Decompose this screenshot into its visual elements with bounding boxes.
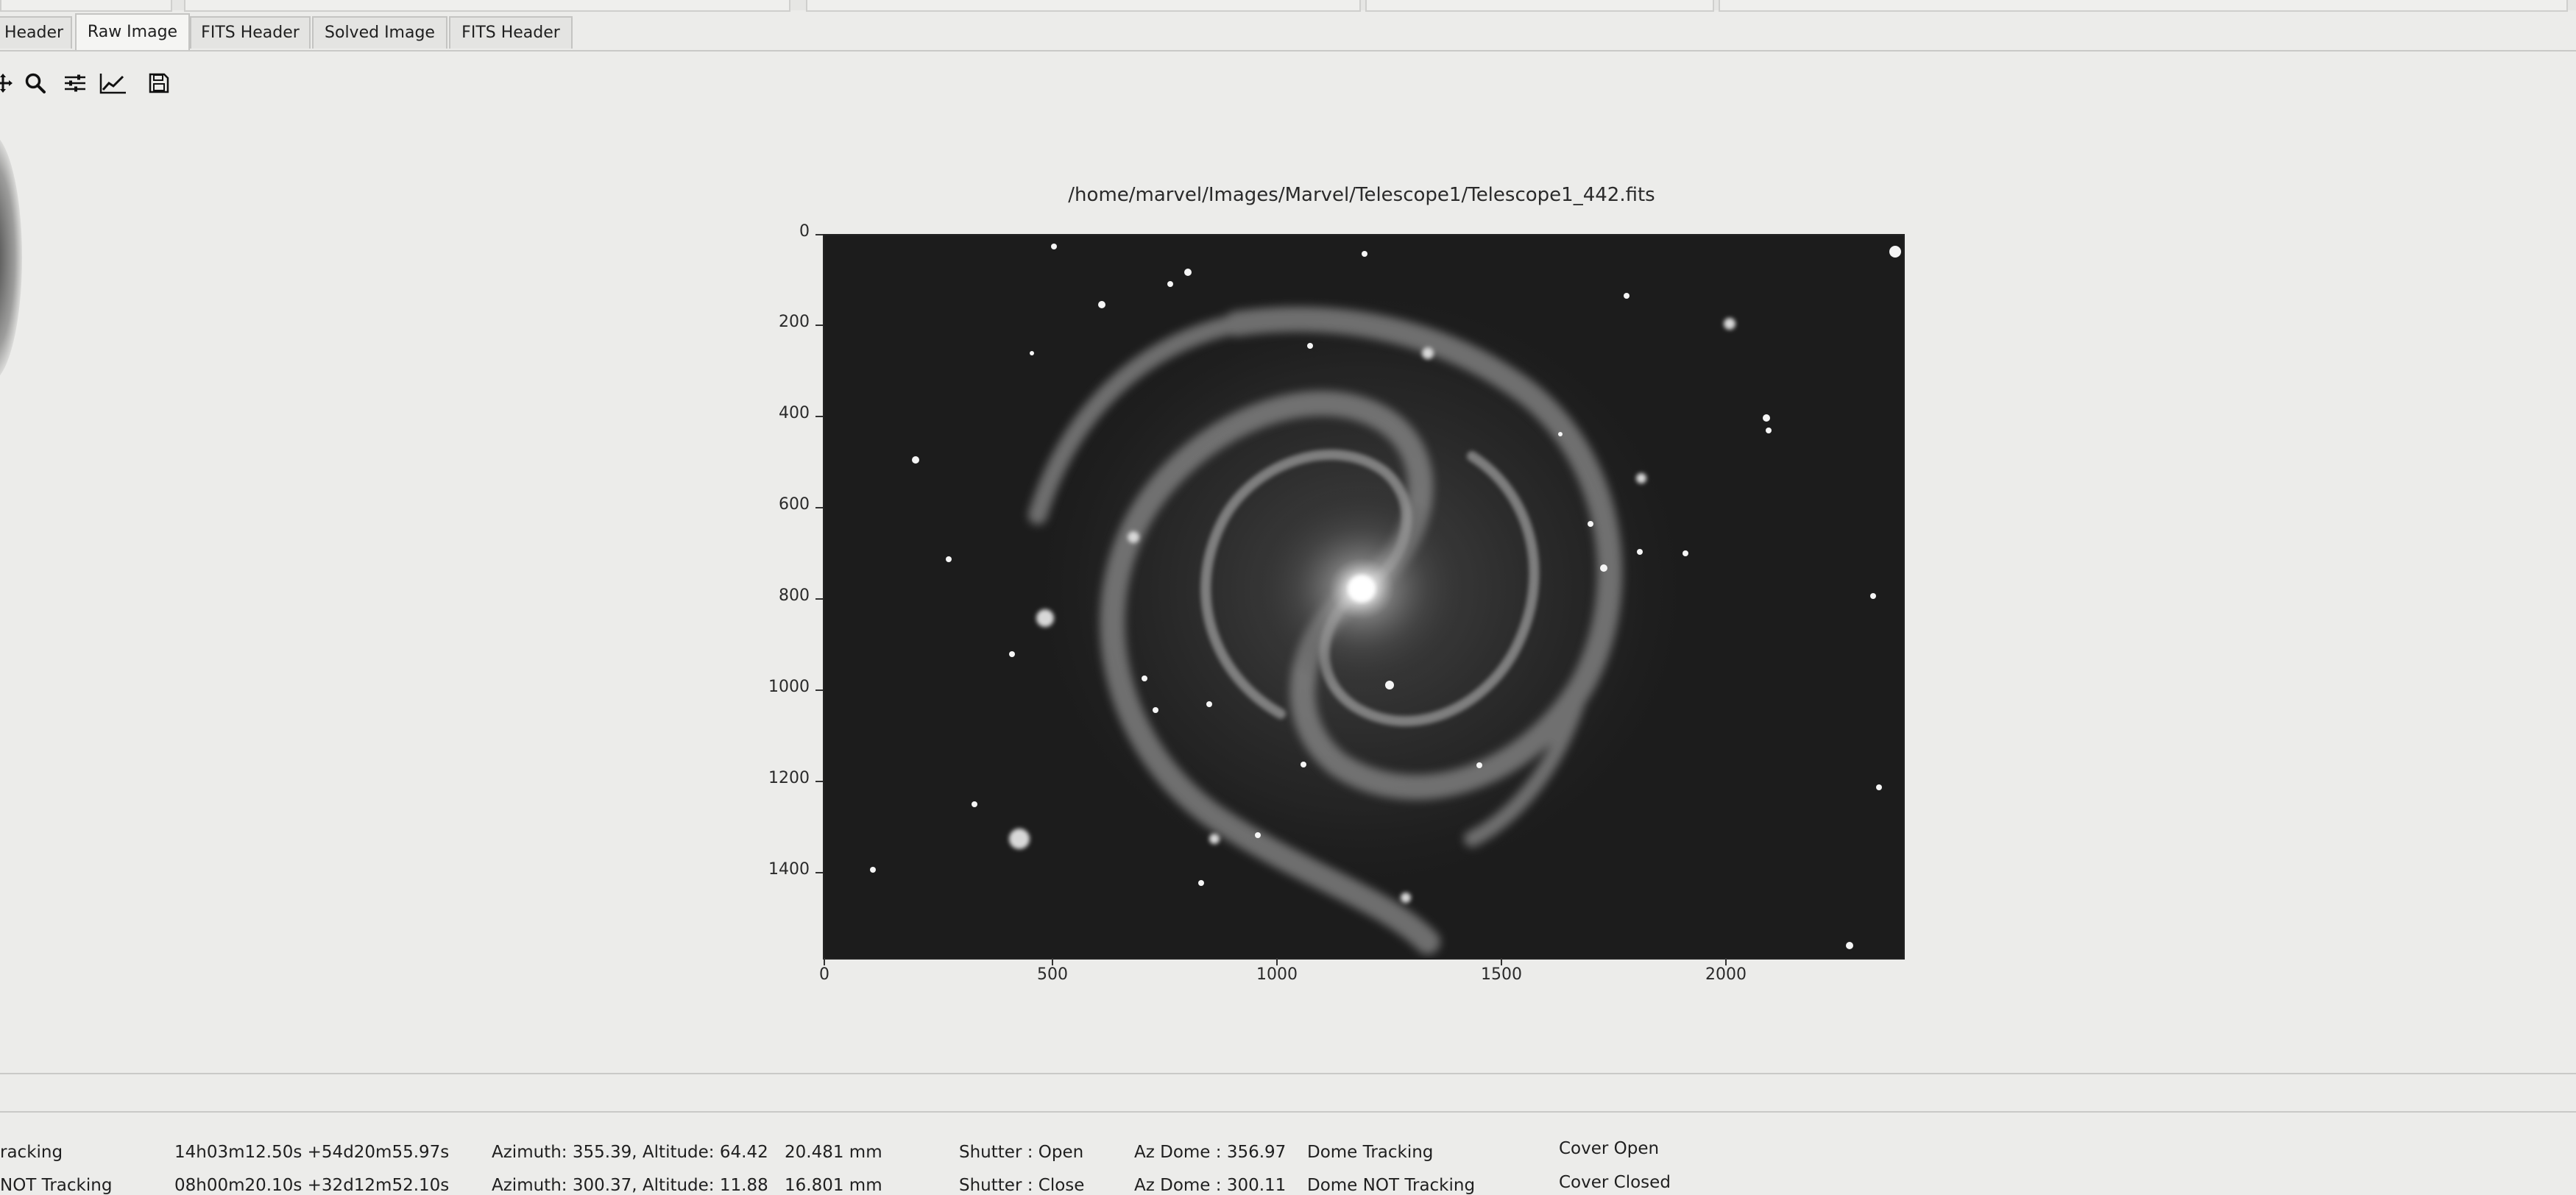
tab-header[interactable]: Header xyxy=(0,16,72,49)
x-tick-mark xyxy=(1725,958,1727,965)
x-tick-label: 1000 xyxy=(1256,965,1298,984)
y-tick-label: 800 xyxy=(779,586,810,605)
y-tick-mark xyxy=(815,416,823,417)
galaxy-image xyxy=(824,235,1903,958)
y-tick-label: 200 xyxy=(779,313,810,331)
tab-fits-header[interactable]: FITS Header xyxy=(190,16,311,49)
x-tick-label: 2000 xyxy=(1705,965,1747,984)
fits-image-plot[interactable] xyxy=(823,234,1905,960)
tracking-status: NOT Tracking xyxy=(0,1176,113,1195)
dome-azimuth: Az Dome : 300.11 xyxy=(1134,1176,1287,1195)
camera-shadow xyxy=(0,132,22,383)
x-tick-label: 500 xyxy=(1037,965,1068,984)
y-tick-label: 600 xyxy=(779,495,810,514)
top-combo-box[interactable] xyxy=(806,0,1361,12)
chart-icon[interactable] xyxy=(99,65,128,102)
shutter-status: Shutter : Open xyxy=(959,1143,1084,1162)
x-tick-mark xyxy=(1276,958,1278,965)
y-tick-mark xyxy=(815,781,823,782)
focus-position: 20.481 mm xyxy=(785,1143,882,1162)
x-tick-label: 0 xyxy=(819,965,829,984)
top-combo-box[interactable] xyxy=(1365,0,1714,12)
x-tick-mark xyxy=(1052,958,1053,965)
tab-raw-image[interactable]: Raw Image xyxy=(75,13,190,50)
y-tick-mark xyxy=(815,234,823,235)
shutter-status: Shutter : Close xyxy=(959,1176,1085,1195)
move-icon[interactable] xyxy=(0,65,18,102)
tracking-status: racking xyxy=(0,1143,63,1162)
y-tick-mark xyxy=(815,598,823,600)
y-tick-label: 0 xyxy=(799,222,810,241)
plot-title: /home/marvel/Images/Marvel/Telescope1/Te… xyxy=(1068,184,1655,206)
x-tick-mark xyxy=(1501,958,1502,965)
divider xyxy=(0,1073,2576,1074)
tab-solved-image[interactable]: Solved Image xyxy=(312,16,447,49)
azimuth-altitude: Azimuth: 355.39, Altitude: 64.42 xyxy=(492,1143,768,1162)
y-tick-mark xyxy=(815,325,823,326)
zoom-icon[interactable] xyxy=(21,65,50,102)
azimuth-altitude: Azimuth: 300.37, Altitude: 11.88 xyxy=(492,1176,768,1195)
dome-tracking-status: Dome NOT Tracking xyxy=(1307,1176,1476,1195)
y-tick-label: 1200 xyxy=(768,769,810,787)
y-tick-mark xyxy=(815,872,823,873)
save-icon[interactable] xyxy=(144,65,174,102)
x-tick-label: 1500 xyxy=(1481,965,1522,984)
divider xyxy=(0,1111,2576,1113)
x-tick-mark xyxy=(824,958,825,965)
dome-azimuth: Az Dome : 356.97 xyxy=(1134,1143,1287,1162)
tab-bar: Header Raw Image FITS Header Solved Imag… xyxy=(0,13,2576,52)
sliders-icon[interactable] xyxy=(60,65,90,102)
top-combo-box[interactable] xyxy=(0,0,172,12)
y-tick-mark xyxy=(815,689,823,691)
ra-dec-coords: 14h03m12.50s +54d20m55.97s xyxy=(174,1143,450,1162)
top-combo-strip xyxy=(0,0,2576,12)
top-combo-box[interactable] xyxy=(1719,0,2568,12)
y-tick-label: 1000 xyxy=(768,678,810,696)
tab-fits-header-2[interactable]: FITS Header xyxy=(449,16,573,49)
focus-position: 16.801 mm xyxy=(785,1176,882,1195)
dome-tracking-status: Dome Tracking xyxy=(1307,1143,1434,1162)
cover-status: Cover Open xyxy=(1559,1139,1660,1158)
top-combo-box[interactable] xyxy=(184,0,790,12)
y-tick-mark xyxy=(815,507,823,508)
cover-status: Cover Closed xyxy=(1559,1173,1671,1192)
y-tick-label: 1400 xyxy=(768,860,810,879)
ra-dec-coords: 08h00m20.10s +32d12m52.10s xyxy=(174,1176,450,1195)
y-tick-label: 400 xyxy=(779,404,810,422)
